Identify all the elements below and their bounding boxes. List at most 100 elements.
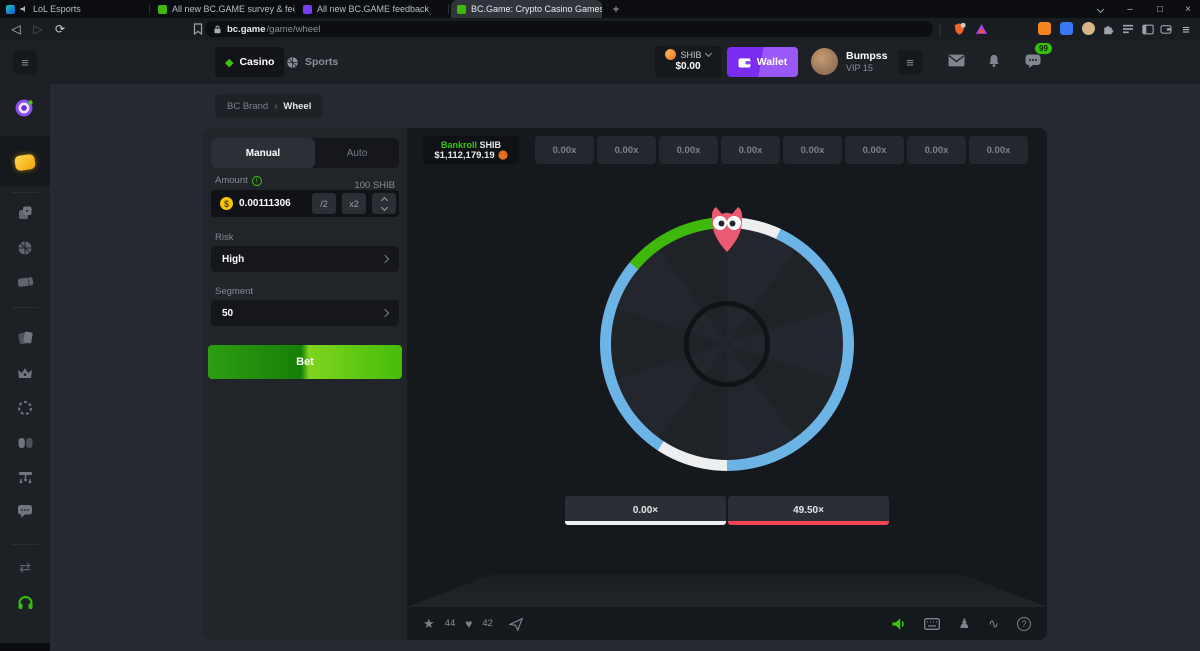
screen: LoL Esports All new BC.GAME survey & fee…	[0, 0, 1200, 651]
new-tab-button[interactable]: +	[606, 0, 626, 18]
amount-stepper[interactable]	[372, 193, 396, 214]
chat-button[interactable]: 99	[1025, 54, 1041, 73]
risk-select[interactable]: High	[211, 246, 399, 272]
multiplier-slot[interactable]: 0.00x	[597, 136, 656, 164]
window-minimize-button[interactable]: –	[1116, 0, 1144, 18]
browser-tab-bcgame-active[interactable]: BC.Game: Crypto Casino Games & ×	[451, 0, 602, 18]
shib-coin-icon	[498, 150, 508, 160]
window-close-button[interactable]: ×	[1174, 0, 1200, 18]
inbox-button[interactable]	[948, 54, 965, 72]
breadcrumb-parent[interactable]: BC Brand	[227, 101, 268, 112]
amount-input[interactable]: $ 0.00111306 /2 x2	[211, 190, 399, 217]
avatar-extension-icon[interactable]	[1082, 22, 1095, 35]
window-maximize-button[interactable]: □	[1146, 0, 1174, 18]
puzzle-extensions-icon[interactable]	[1100, 21, 1116, 37]
wallet-button[interactable]: Wallet	[727, 47, 798, 77]
amount-label: Amount	[215, 175, 248, 186]
sidebar-item-sports[interactable]	[0, 235, 50, 261]
sidebar-panel-icon[interactable]	[1140, 21, 1156, 37]
nav-sports[interactable]: Sports	[276, 47, 348, 77]
forward-icon[interactable]: ▷	[30, 21, 46, 37]
currency-selector[interactable]: SHIB $0.00	[655, 46, 721, 78]
browser-menu-icon[interactable]: ≡	[1178, 21, 1194, 37]
tab-separator	[448, 4, 449, 14]
help-icon[interactable]: ?	[1017, 617, 1031, 631]
multiplier-slot[interactable]: 0.00x	[907, 136, 966, 164]
tab-auto[interactable]: Auto	[315, 138, 399, 168]
like-heart-icon[interactable]: ♥	[465, 617, 472, 631]
hotkeys-keyboard-icon[interactable]	[924, 618, 940, 630]
browser-tab-feedback[interactable]: All new BC.GAME feedback	[297, 0, 449, 18]
risk-label: Risk	[215, 232, 233, 243]
sidebar-item-forum[interactable]	[0, 498, 50, 524]
sidebar-item-bonus[interactable]	[0, 395, 50, 421]
reload-icon[interactable]: ⟳	[52, 21, 68, 37]
tab-title: All new BC.GAME feedback	[317, 4, 429, 14]
fairness-pawn-icon[interactable]: ♟	[958, 616, 970, 632]
sidebar-item-casino[interactable]	[0, 200, 50, 226]
tab-manual[interactable]: Manual	[211, 138, 315, 168]
double-bet-button[interactable]: x2	[342, 193, 366, 214]
breadcrumb: BC Brand › Wheel	[215, 94, 323, 118]
url-bar[interactable]: bc.game/game/wheel	[205, 21, 933, 37]
bet-button[interactable]: Bet	[208, 345, 402, 379]
bankroll-label: Bankroll	[441, 140, 477, 150]
tab-audio-icon	[20, 5, 28, 13]
sidebar-item-lottery[interactable]	[0, 269, 50, 295]
window-tabsearch-chevron[interactable]	[1086, 0, 1114, 18]
result-bar-lose: 0.00×	[565, 496, 726, 525]
multiplier-slot[interactable]: 0.00x	[535, 136, 594, 164]
favorite-star-icon[interactable]: ★	[423, 616, 435, 632]
browser-tab-lol[interactable]: LoL Esports	[0, 0, 150, 18]
notifications-button[interactable]	[987, 53, 1001, 73]
sound-icon[interactable]	[891, 617, 906, 631]
vip-level: VIP 15	[846, 63, 873, 73]
brave-wallet-icon[interactable]	[1158, 21, 1174, 37]
tab-separator	[149, 4, 150, 14]
live-stats-icon[interactable]: ∿	[988, 616, 999, 632]
profile-menu-button[interactable]: ≡	[898, 50, 922, 74]
multiplier-slot[interactable]: 0.00x	[659, 136, 718, 164]
gold-nugget-icon	[14, 153, 36, 171]
segment-label: Segment	[215, 286, 253, 297]
multiplier-slot[interactable]: 0.00x	[783, 136, 842, 164]
multiplier-slot[interactable]: 0.00x	[721, 136, 780, 164]
bankroll-badge: Bankroll SHIB $1,112,179.19	[423, 136, 519, 164]
result-value: 49.50×	[793, 505, 824, 516]
user-avatar[interactable]	[811, 48, 838, 75]
sidebar-item-gold[interactable]	[0, 148, 50, 176]
sidebar-item-affiliate[interactable]	[0, 464, 50, 490]
metamask-extension-icon[interactable]	[1038, 22, 1051, 35]
bat-rewards-icon[interactable]	[972, 21, 990, 37]
sidebar-item-support[interactable]	[0, 589, 50, 615]
tab-title: LoL Esports	[33, 4, 81, 14]
reading-list-icon[interactable]	[1120, 21, 1136, 37]
sidebar-item-vip[interactable]	[0, 360, 50, 386]
nav-casino[interactable]: ◆ Casino	[215, 47, 284, 77]
segment-select[interactable]: 50	[211, 300, 399, 326]
blue-extension-icon[interactable]	[1060, 22, 1073, 35]
sidebar-footer-block	[0, 643, 50, 651]
coin-icon: $	[220, 197, 233, 210]
sports-ball-icon	[286, 56, 299, 69]
sidebar-item-battle[interactable]	[0, 430, 50, 456]
brave-shield-icon[interactable]	[950, 21, 968, 37]
bookmark-icon[interactable]	[190, 21, 206, 37]
back-icon[interactable]: ◁	[8, 21, 24, 37]
info-icon[interactable]: i	[252, 176, 262, 186]
sidebar-menu-toggle[interactable]: ≡	[13, 50, 37, 74]
sidebar-item-swap[interactable]: ⇄	[0, 554, 50, 580]
sidebar-divider	[12, 307, 38, 308]
multiplier-slot[interactable]: 0.00x	[845, 136, 904, 164]
basketball-icon	[17, 240, 33, 256]
sidebar-item-cards[interactable]	[0, 325, 50, 351]
wheel-hub	[684, 301, 770, 387]
url-path: /game/wheel	[267, 24, 321, 35]
sidebar-item-darts[interactable]	[0, 94, 50, 122]
browser-tab-survey[interactable]: All new BC.GAME survey & feedback	[152, 0, 295, 18]
wheel-game-container: Manual Auto Amount i 100 SHIB $ 0.001113…	[203, 128, 1047, 640]
share-plane-icon[interactable]	[509, 617, 523, 631]
half-bet-button[interactable]: /2	[312, 193, 336, 214]
multiplier-history-row: 0.00x 0.00x 0.00x 0.00x 0.00x 0.00x 0.00…	[535, 136, 1028, 164]
multiplier-slot[interactable]: 0.00x	[969, 136, 1028, 164]
